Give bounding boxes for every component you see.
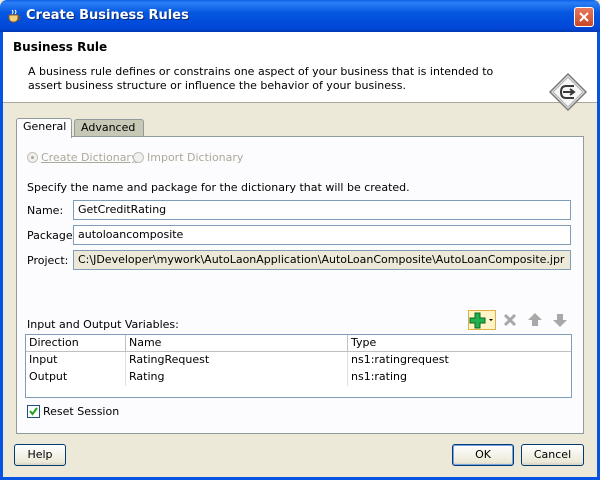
column-header-direction[interactable]: Direction: [26, 335, 126, 352]
project-field: C:\JDeveloper\mywork\AutoLaonApplication…: [73, 250, 571, 270]
close-button[interactable]: [574, 7, 594, 27]
header-title: Business Rule: [13, 40, 108, 54]
package-label: Package:: [27, 229, 77, 242]
tab-general-label: General: [23, 120, 67, 133]
variables-table: Direction Name Type Input RatingRequest …: [25, 334, 572, 398]
import-dictionary-radio[interactable]: Import Dictionary: [133, 151, 243, 164]
help-button-label: Help: [27, 448, 53, 461]
name-label: Name:: [27, 204, 64, 217]
tab-advanced-label: Advanced: [81, 121, 136, 134]
radio-selected-icon: [27, 152, 38, 163]
cancel-button-label: Cancel: [533, 448, 572, 461]
move-up-icon: [528, 313, 542, 326]
tab-advanced[interactable]: Advanced: [74, 119, 144, 137]
cancel-button[interactable]: Cancel: [521, 444, 584, 466]
radio-unselected-icon: [133, 152, 144, 163]
reset-session-label: Reset Session: [43, 405, 120, 418]
variables-label: Input and Output Variables:: [27, 318, 179, 331]
tab-general[interactable]: General: [16, 118, 72, 138]
package-field[interactable]: autoloancomposite: [73, 225, 571, 245]
cell-type: ns1:rating: [351, 370, 407, 383]
header-panel: Business Rule A business rule defines or…: [3, 32, 597, 112]
header-description: A business rule defines or constrains on…: [28, 65, 494, 92]
close-icon: [579, 12, 589, 22]
add-variable-button[interactable]: [468, 310, 496, 330]
ok-button[interactable]: OK: [452, 444, 514, 466]
coffee-cup-icon: [6, 8, 22, 24]
move-up-button[interactable]: [525, 310, 545, 330]
cell-direction: Output: [26, 369, 126, 386]
add-icon: [469, 312, 493, 329]
cell-type: ns1:ratingrequest: [351, 353, 449, 366]
cell-name: Rating: [126, 369, 348, 386]
cell-name: RatingRequest: [126, 352, 348, 369]
window-title: Create Business Rules: [26, 8, 189, 23]
business-rule-icon: [548, 72, 588, 115]
checkmark-icon: [29, 407, 38, 416]
create-dictionary-radio[interactable]: Create Dictionary: [27, 151, 137, 164]
reset-session-checkbox[interactable]: [27, 405, 40, 418]
name-field[interactable]: GetCreditRating: [73, 200, 571, 220]
import-dictionary-label: Import Dictionary: [147, 151, 244, 164]
move-down-button[interactable]: [550, 310, 570, 330]
move-down-icon: [553, 314, 567, 327]
help-button[interactable]: Help: [14, 444, 66, 466]
project-label: Project:: [27, 254, 69, 267]
title-bar[interactable]: Create Business Rules: [0, 0, 600, 32]
column-header-type[interactable]: Type: [348, 335, 571, 352]
column-header-name[interactable]: Name: [126, 335, 348, 352]
delete-icon: [503, 313, 517, 327]
ok-button-label: OK: [475, 448, 491, 461]
delete-variable-button[interactable]: [500, 310, 520, 330]
instructions-text: Specify the name and package for the dic…: [27, 181, 410, 194]
cell-direction: Input: [26, 352, 126, 369]
create-dictionary-label: Create Dictionary: [41, 151, 138, 164]
